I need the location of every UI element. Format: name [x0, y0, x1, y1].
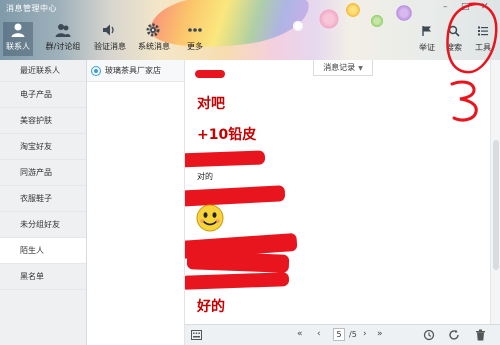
- message-text: 对的: [197, 172, 213, 181]
- tab-groups[interactable]: 群/讨论组: [44, 22, 82, 56]
- tab-label: 更多: [187, 42, 203, 51]
- tool-label: 搜索: [446, 43, 462, 52]
- tool-label: 工具: [475, 43, 491, 52]
- search-icon: [448, 25, 460, 37]
- sidebar-item-taobao-friends[interactable]: 淘宝好友: [0, 134, 86, 160]
- page-number-input[interactable]: 5: [333, 328, 345, 341]
- message-text: +10铅皮: [197, 127, 257, 143]
- message-scrollbar[interactable]: [490, 60, 500, 324]
- sidebar-item-blacklist[interactable]: 黑名单: [0, 264, 86, 290]
- sidebar: 最近联系人 电子产品 美容护肤 淘宝好友 同游产品 衣服鞋子 未分组好友 陌生人…: [0, 60, 87, 345]
- page-total: /5: [349, 330, 357, 339]
- sidebar-item-recent[interactable]: 最近联系人: [0, 60, 86, 82]
- tab-system[interactable]: 系统消息: [138, 22, 170, 56]
- maximize-button[interactable]: □: [461, 2, 470, 12]
- more-dots-icon: [188, 28, 202, 32]
- window-title: 消息管理中心: [6, 4, 57, 13]
- flower-decoration: [345, 2, 361, 18]
- contact-item[interactable]: 玻璃茶具厂家店: [87, 60, 184, 82]
- contact-status-icon: [91, 65, 101, 76]
- scrollbar-thumb[interactable]: [493, 140, 499, 270]
- last-page-button[interactable]: »: [377, 329, 383, 339]
- history-icon[interactable]: [423, 329, 435, 341]
- search-button[interactable]: 搜索: [444, 25, 464, 53]
- person-icon: [11, 23, 25, 37]
- message-history-panel: 消息记录 ▼ 对吧 +10铅皮 对的 好的: [185, 60, 490, 324]
- tab-more[interactable]: 更多: [184, 22, 206, 56]
- flower-decoration: [395, 4, 413, 22]
- smiley-emoji-icon: [196, 204, 224, 232]
- bottom-toolbar: « ‹ 5 /5 › »: [185, 324, 500, 345]
- sidebar-item-beauty[interactable]: 美容护肤: [0, 108, 86, 134]
- tab-label: 验证消息: [94, 42, 126, 51]
- gear-icon: [146, 23, 160, 37]
- contact-name: 玻璃茶具厂家店: [105, 66, 161, 75]
- speaker-icon: [103, 24, 114, 36]
- flower-decoration: [292, 20, 304, 32]
- refresh-icon[interactable]: [448, 329, 460, 341]
- message-text: 对吧: [197, 96, 225, 112]
- group-icon: [55, 24, 71, 37]
- prev-page-button[interactable]: ‹: [317, 329, 321, 339]
- tab-contacts[interactable]: 联系人: [3, 22, 33, 56]
- redaction-mark: [195, 70, 225, 78]
- header-bar: 消息管理中心 – □ ✕ 联系人 群/讨论组 验证消息 系统消息 更多 举证 搜…: [0, 0, 500, 60]
- first-page-button[interactable]: «: [297, 329, 303, 339]
- keyboard-icon[interactable]: [191, 330, 202, 340]
- flag-icon: [422, 26, 431, 36]
- message-text: 好的: [197, 299, 225, 315]
- sidebar-item-travel[interactable]: 同游产品: [0, 160, 86, 186]
- sidebar-item-ungrouped[interactable]: 未分组好友: [0, 212, 86, 238]
- tab-label: 联系人: [6, 42, 30, 51]
- header-rainbow-decoration: [147, 0, 313, 57]
- tool-label: 举证: [419, 43, 435, 52]
- tab-verification[interactable]: 验证消息: [94, 22, 126, 56]
- delete-icon[interactable]: [475, 329, 486, 341]
- chevron-down-icon: ▼: [358, 65, 363, 72]
- flower-decoration: [370, 14, 384, 28]
- sidebar-item-clothes-shoes[interactable]: 衣服鞋子: [0, 186, 86, 212]
- next-page-button[interactable]: ›: [363, 329, 367, 339]
- message-record-label: 消息记录: [323, 63, 356, 72]
- flower-decoration: [318, 8, 340, 30]
- sidebar-item-electronics[interactable]: 电子产品: [0, 82, 86, 108]
- close-button[interactable]: ✕: [481, 2, 489, 12]
- message-record-dropdown[interactable]: 消息记录 ▼: [313, 60, 373, 76]
- redaction-mark: [185, 272, 290, 290]
- contact-list: 玻璃茶具厂家店: [87, 60, 185, 345]
- tab-label: 系统消息: [138, 42, 170, 51]
- report-button[interactable]: 举证: [417, 25, 437, 53]
- tab-label: 群/讨论组: [45, 42, 81, 51]
- minimize-button[interactable]: –: [443, 2, 448, 12]
- redaction-mark: [185, 150, 266, 168]
- redaction-mark: [186, 251, 290, 273]
- tools-button[interactable]: 工具: [472, 25, 494, 53]
- list-icon: [478, 26, 488, 36]
- sidebar-item-strangers[interactable]: 陌生人: [0, 238, 86, 264]
